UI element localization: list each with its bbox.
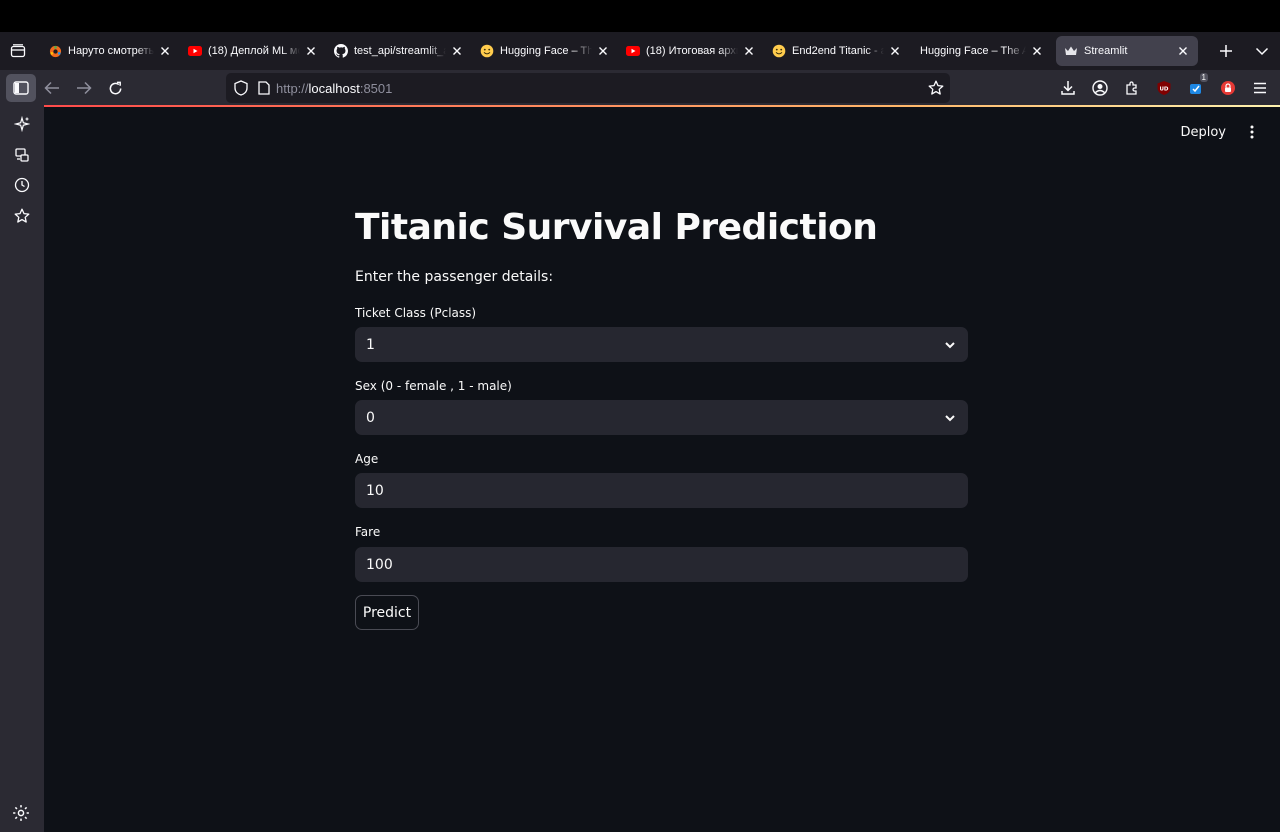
sidebar-toggle-icon[interactable] [6, 74, 36, 102]
hugging-face-icon [772, 44, 786, 58]
reload-icon[interactable] [99, 72, 131, 104]
fare-label: Fare [355, 525, 381, 539]
streamlit-crown-icon [1064, 44, 1078, 58]
download-icon[interactable] [1052, 72, 1084, 104]
fare-value: 100 [366, 556, 393, 573]
chevron-down-icon [945, 342, 955, 349]
tab-youtube-deploy[interactable]: (18) Деплой ML модели [180, 36, 326, 66]
ublock-label: UD [1159, 87, 1168, 93]
tab-title: (18) Итоговая архитектура [646, 45, 738, 57]
chevron-down-icon [945, 415, 955, 422]
tab-title: End2end Titanic - a Hugging [792, 45, 884, 57]
pclass-select[interactable]: 1 [355, 327, 968, 362]
browser-window: Наруто смотреть аниме (18) Деплой ML мод… [0, 0, 1280, 832]
tab-bar: Наруто смотреть аниме (18) Деплой ML мод… [0, 32, 1280, 70]
tab-title: Hugging Face – The AI community [920, 45, 1026, 57]
page-title: Titanic Survival Prediction [355, 207, 878, 248]
github-icon [334, 44, 348, 58]
bookmarks-star-icon[interactable] [8, 202, 36, 230]
ublock-shield-icon[interactable]: UD [1148, 72, 1180, 104]
instructions-text: Enter the passenger details: [355, 269, 554, 285]
close-icon[interactable] [304, 44, 318, 58]
browser-sidebar [0, 106, 44, 832]
close-icon[interactable] [1030, 44, 1044, 58]
close-icon[interactable] [596, 44, 610, 58]
firefox-view-icon[interactable] [0, 32, 36, 70]
pclass-value: 1 [366, 336, 375, 353]
hugging-face-icon [480, 44, 494, 58]
age-label: Age [355, 452, 379, 466]
synced-tabs-icon[interactable] [8, 141, 36, 169]
tab-title: Streamlit [1084, 45, 1128, 57]
top-strip [0, 0, 1280, 32]
shield-icon[interactable] [234, 80, 248, 96]
history-clock-icon[interactable] [8, 171, 36, 199]
notification-badge: 1 [1199, 73, 1208, 82]
extensions-puzzle-icon[interactable] [1116, 72, 1148, 104]
orange-flower-icon [48, 44, 62, 58]
ai-chatbot-sparkle-icon[interactable] [8, 110, 36, 138]
account-icon[interactable] [1084, 72, 1116, 104]
url-bar[interactable]: http://localhost:8501 [226, 73, 950, 103]
new-tab-icon[interactable] [1208, 32, 1244, 70]
youtube-icon [188, 44, 202, 58]
back-arrow-icon[interactable] [36, 72, 68, 104]
tab-title: Hugging Face – The AI [500, 45, 592, 57]
streamlit-app: Deploy Titanic Survival Prediction Enter… [44, 107, 1280, 832]
tab-hugging-face-community[interactable]: Hugging Face – The AI community [910, 36, 1052, 66]
tab-title: (18) Деплой ML модели [208, 45, 300, 57]
tab-naruto[interactable]: Наруто смотреть аниме [40, 36, 180, 66]
sex-value: 0 [366, 409, 375, 426]
tab-title: Наруто смотреть аниме [68, 45, 154, 57]
sidebar-settings-gear-icon[interactable] [12, 804, 32, 824]
sex-select[interactable]: 0 [355, 400, 968, 435]
tab-end2end-titanic[interactable]: End2end Titanic - a Hugging [764, 36, 910, 66]
forward-arrow-icon[interactable] [68, 72, 100, 104]
close-icon[interactable] [158, 44, 172, 58]
tab-youtube-architecture[interactable]: (18) Итоговая архитектура [618, 36, 764, 66]
tab-github[interactable]: test_api/streamlit_app [326, 36, 472, 66]
tab-title: test_api/streamlit_app [354, 45, 446, 57]
age-value: 10 [366, 482, 384, 499]
page-info-icon[interactable] [258, 81, 270, 95]
pclass-label: Ticket Class (Pclass) [355, 306, 477, 320]
url-port: :8501 [359, 80, 393, 96]
url-text[interactable]: http://localhost:8501 [276, 81, 392, 96]
extension-notification-icon[interactable]: 1 [1180, 72, 1212, 104]
list-all-tabs-icon[interactable] [1244, 32, 1280, 70]
sex-label: Sex (0 - female , 1 - male) [355, 379, 512, 393]
main-menu-kebab-icon[interactable] [1242, 121, 1262, 143]
close-icon[interactable] [888, 44, 902, 58]
fare-input[interactable]: 100 [355, 547, 968, 582]
close-icon[interactable] [742, 44, 756, 58]
close-icon[interactable] [450, 44, 464, 58]
age-input[interactable]: 10 [355, 473, 968, 508]
tab-streamlit[interactable]: Streamlit [1056, 36, 1198, 66]
deploy-button[interactable]: Deploy [1174, 121, 1232, 144]
close-icon[interactable] [1176, 44, 1190, 58]
url-prefix: http:// [276, 80, 309, 96]
bookmark-star-icon[interactable] [928, 80, 944, 96]
youtube-icon [626, 44, 640, 58]
navigation-bar: http://localhost:8501 UD 1 [0, 70, 1280, 106]
menu-hamburger-icon[interactable] [1244, 72, 1276, 104]
predict-button[interactable]: Predict [355, 595, 419, 630]
url-host: localhost [308, 80, 360, 96]
tab-hugging-face[interactable]: Hugging Face – The AI [472, 36, 618, 66]
lock-extension-icon[interactable] [1212, 72, 1244, 104]
